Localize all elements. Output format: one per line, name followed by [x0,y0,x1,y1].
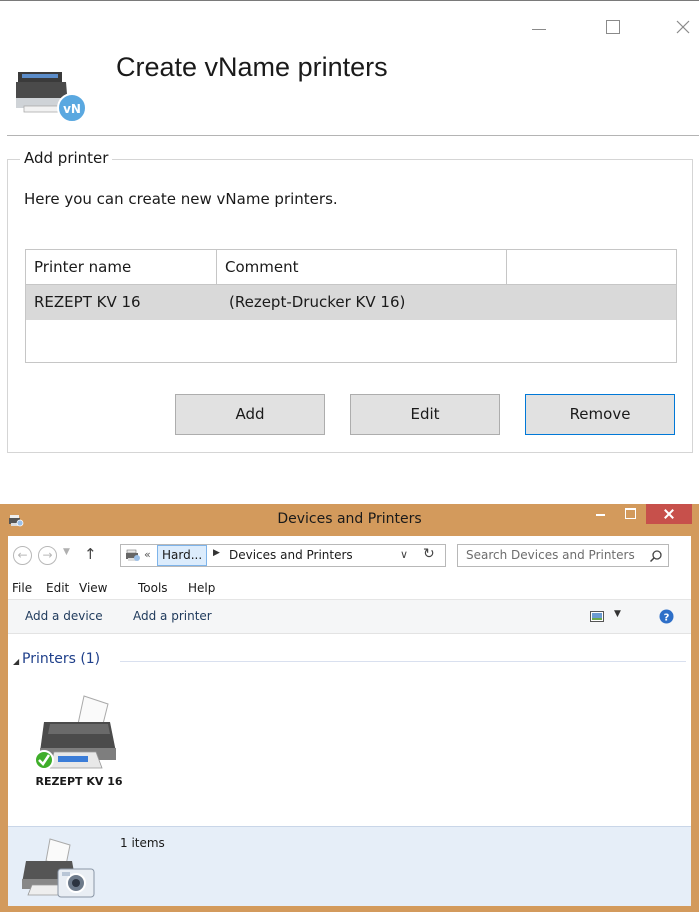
command-bar: Add a device Add a printer ▼ ? [8,600,691,634]
add-button[interactable]: Add [175,394,325,435]
change-view-icon[interactable] [590,611,604,622]
item-count: 1 items [120,836,165,850]
group-label: Add printer [20,149,113,167]
address-dropdown-icon[interactable]: ∨ [400,548,408,561]
breadcrumb-hardware[interactable]: Hard... [157,545,208,566]
menu-view[interactable]: View [79,581,107,595]
close-icon [676,20,690,34]
recent-locations-chevron-icon[interactable]: ▼ [63,547,70,557]
breadcrumb-arrow-icon[interactable]: ▶ [213,548,220,558]
cell-comment: (Rezept-Drucker KV 16) [229,293,406,311]
column-header-comment[interactable]: Comment [217,250,507,285]
title-separator [7,135,699,136]
devices-and-printers-window: Devices and Printers ← → ▼ ↑ « Hard... ▶… [0,504,699,912]
vname-printer-icon: vN [16,72,87,123]
search-placeholder: Search Devices and Printers [466,548,635,562]
column-header-empty[interactable] [507,250,676,285]
menu-bar: File Edit View Tools Help [8,578,691,600]
help-icon[interactable]: ? [659,609,674,624]
edit-button[interactable]: Edit [350,394,500,435]
table-row[interactable]: REZEPT KV 16 (Rezept-Drucker KV 16) [26,285,676,320]
navigation-bar: ← → ▼ ↑ « Hard... ▶ Devices and Printers… [8,536,691,578]
window-titlebar[interactable]: Devices and Printers [0,504,699,536]
breadcrumb-devices-and-printers[interactable]: Devices and Printers [229,548,353,562]
up-arrow-icon[interactable]: ↑ [84,545,97,563]
printer-camera-icon [22,838,95,898]
minimize-button[interactable] [526,14,556,44]
group-header-printers[interactable]: Printers (1) [22,651,100,667]
menu-tools[interactable]: Tools [138,581,168,595]
forward-arrow-icon[interactable]: → [38,546,57,565]
add-printer-button[interactable]: Add a printer [133,609,212,623]
group-description: Here you can create new vName printers. [24,190,338,208]
window-minimize-button[interactable] [586,504,616,524]
create-vname-dialog: vN Create vName printers Add printer Her… [0,0,699,460]
close-button[interactable] [670,14,699,44]
back-arrow-icon[interactable]: ← [13,546,32,565]
collapse-group-icon[interactable]: ◢ [13,657,19,666]
menu-edit[interactable]: Edit [46,581,69,595]
window-maximize-button[interactable] [616,504,644,524]
menu-file[interactable]: File [12,581,32,595]
dialog-title: Create vName printers [116,52,388,82]
view-options-chevron-icon[interactable]: ▼ [614,609,621,619]
maximize-button[interactable] [600,14,630,44]
remove-button[interactable]: Remove [525,394,675,435]
window-close-button[interactable] [646,504,692,524]
cell-printer-name: REZEPT KV 16 [34,293,141,311]
window-client-area: ← → ▼ ↑ « Hard... ▶ Devices and Printers… [8,536,691,906]
svg-text:?: ? [664,613,670,624]
add-printer-group: Add printer Here you can create new vNam… [7,149,693,453]
details-pane: 1 items [8,826,691,906]
address-bar[interactable]: « Hard... ▶ Devices and Printers ∨ ↻ [120,544,446,567]
menu-help[interactable]: Help [188,581,215,595]
printer-item-rezept-kv16[interactable]: REZEPT KV 16 [30,694,130,804]
printer-table: Printer name Comment REZEPT KV 16 (Rezep… [25,249,677,363]
collapsed-breadcrumb[interactable]: « [144,548,151,561]
cell-empty [507,285,676,320]
printer-icon [34,695,116,770]
search-input[interactable]: Search Devices and Printers [457,544,669,567]
group-header-line [120,661,686,662]
add-device-button[interactable]: Add a device [25,609,103,623]
dialog-top-border [0,0,699,1]
refresh-icon[interactable]: ↻ [423,546,435,562]
search-icon[interactable] [649,549,663,563]
control-panel-icon [126,549,140,561]
table-header: Printer name Comment [26,250,676,285]
vn-badge-text: vN [63,102,81,116]
items-view: ◢ Printers (1) REZEPT KV 16 [8,634,691,826]
column-header-printer-name[interactable]: Printer name [26,250,217,285]
printer-item-label: REZEPT KV 16 [35,775,123,788]
